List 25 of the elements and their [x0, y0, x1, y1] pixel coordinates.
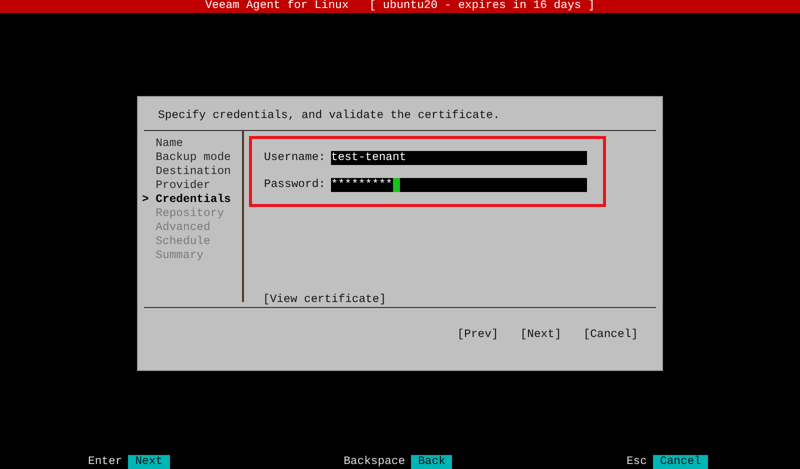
key-label: Backspace	[344, 455, 406, 469]
wizard-step: Destination	[142, 165, 231, 179]
view-certificate-link[interactable]: [View certificate]	[263, 294, 386, 306]
field-label: Username:	[264, 151, 327, 165]
wizard-step: Summary	[142, 249, 204, 263]
wizard-step: Schedule	[142, 235, 210, 249]
key-action[interactable]: Next	[128, 455, 170, 469]
dialog-button[interactable]: [Cancel]	[583, 328, 638, 342]
input-field[interactable]: *********	[331, 178, 587, 192]
wizard-step: > Credentials	[142, 193, 231, 207]
key-action[interactable]: Cancel	[652, 455, 708, 469]
wizard-step: Backup mode	[142, 151, 231, 165]
window-title: Veeam Agent for Linux [ ubuntu20 - expires in 16 days ]	[205, 0, 595, 12]
key-label: Esc	[626, 455, 647, 469]
key-action[interactable]: Back	[411, 455, 452, 469]
wizard-step: Provider	[142, 179, 210, 193]
dialog-button[interactable]: [Prev]	[457, 328, 498, 342]
key-label: Enter	[88, 455, 122, 469]
instruction-text: Specify credentials, and validate the certificate.	[158, 110, 500, 122]
input-field[interactable]: test-tenant	[331, 151, 587, 165]
wizard-step: Repository	[142, 207, 224, 221]
field-label: Password:	[264, 178, 327, 192]
wizard-step: Name	[142, 137, 184, 151]
wizard-step: Advanced	[142, 221, 210, 235]
dialog-button[interactable]: [Next]	[520, 328, 562, 342]
